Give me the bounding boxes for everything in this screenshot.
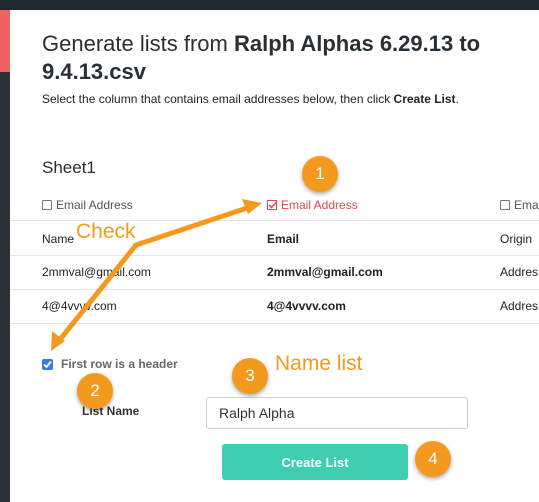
annotation-arrows: [51, 199, 262, 351]
annotation-check: Check: [76, 220, 136, 243]
step-badge-3: 3: [232, 358, 268, 394]
step-badge-2: 2: [77, 373, 113, 409]
step-badge-4: 4: [415, 441, 451, 477]
step-badge-1: 1: [302, 156, 338, 192]
annotation-name-list: Name list: [275, 352, 363, 375]
